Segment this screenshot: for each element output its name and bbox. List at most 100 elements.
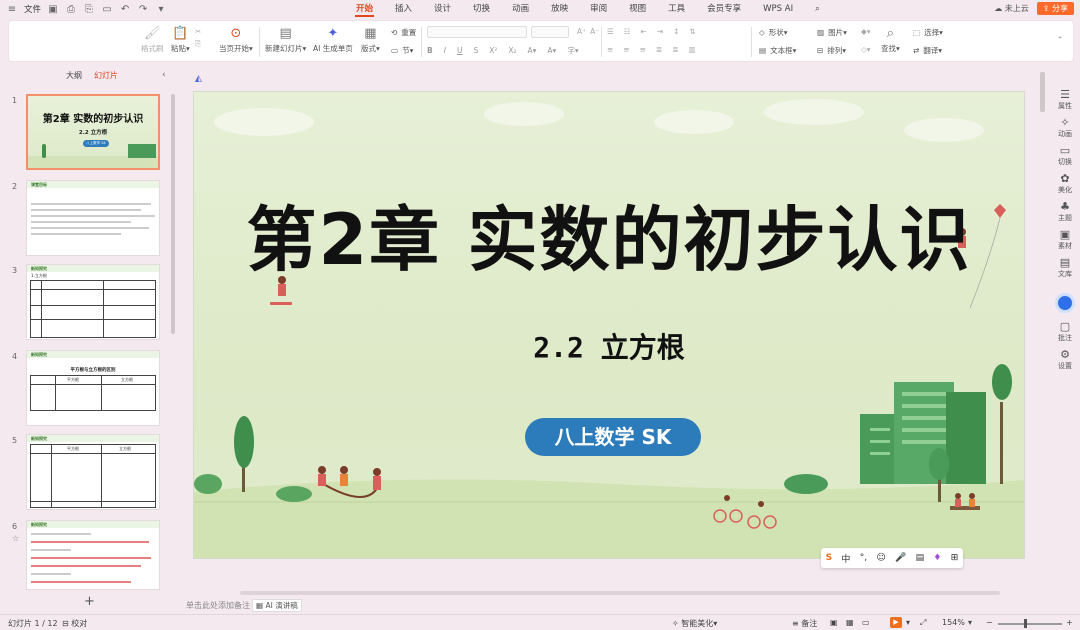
notes-toggle[interactable]: ≡ 备注 xyxy=(792,618,817,629)
section-button[interactable]: ▭ 节▾ xyxy=(391,45,413,56)
ai-speech-button[interactable]: ▦ AI 演讲稿 xyxy=(252,599,302,612)
italic-icon[interactable]: I xyxy=(444,46,446,55)
slide-thumbnail-3[interactable]: 新知探究 1.立方根 xyxy=(26,264,160,340)
translate-button[interactable]: ⇄ 翻译▾ xyxy=(913,45,942,56)
shape-button[interactable]: ◇ 形状▾ xyxy=(759,27,788,38)
search-icon[interactable]: ⌕ xyxy=(804,0,831,18)
copy-icon[interactable]: ⎘ xyxy=(195,39,201,49)
justify-icon[interactable]: ≣ xyxy=(656,45,662,54)
tab-slideshow[interactable]: 放映 xyxy=(540,0,579,18)
find-button[interactable]: ⌕ 查找▾ xyxy=(881,25,900,54)
align-center-icon[interactable]: ≡ xyxy=(623,45,629,54)
slideshow-play-button[interactable]: ▶ xyxy=(890,617,902,628)
from-current-button[interactable]: ⊙ 当页开始▾ xyxy=(219,25,253,54)
select-button[interactable]: ⬚ 选择▾ xyxy=(913,27,943,38)
export-icon[interactable]: ⎙ xyxy=(65,4,77,15)
transition-button[interactable]: ▭ 切换 xyxy=(1050,144,1080,167)
theme-button[interactable]: ♣ 主题 xyxy=(1050,200,1080,223)
new-slide-button[interactable]: ▤ 新建幻灯片▾ xyxy=(265,25,306,54)
star-icon[interactable]: ☆ xyxy=(12,534,19,543)
text-direction-icon[interactable]: ⇅ xyxy=(689,27,695,36)
add-slide-icon[interactable]: + xyxy=(84,594,95,609)
slide-subtitle[interactable]: 2.2 立方根 xyxy=(194,326,1024,366)
panel-scrollbar[interactable] xyxy=(171,94,175,334)
library-button[interactable]: ▤ 文库 xyxy=(1050,256,1080,279)
reading-view-icon[interactable]: ▭ xyxy=(862,618,870,627)
number-list-icon[interactable]: ☷ xyxy=(624,27,631,36)
layout-button[interactable]: ▦ 版式▾ xyxy=(361,25,380,54)
ai-generate-button[interactable]: ✦ AI 生成单页 xyxy=(313,25,353,54)
textbox-button[interactable]: ▤ 文本框▾ xyxy=(759,45,796,56)
ai-assistant-icon[interactable] xyxy=(1055,293,1075,313)
subscript-icon[interactable]: X₂ xyxy=(508,46,516,55)
materials-button[interactable]: ▣ 素材 xyxy=(1050,228,1080,251)
zoom-dropdown-icon[interactable]: ▾ xyxy=(968,618,972,627)
redo-icon[interactable]: ↷ xyxy=(137,4,149,15)
print-icon[interactable]: ⎘ xyxy=(83,4,95,15)
bullet-list-icon[interactable]: ☰ xyxy=(607,27,614,36)
undo-icon[interactable]: ↶ xyxy=(119,4,131,15)
fit-window-icon[interactable]: ⤢ xyxy=(920,618,926,628)
align-right-icon[interactable]: ≡ xyxy=(640,45,646,54)
zoom-slider-handle[interactable] xyxy=(1024,619,1027,628)
toolbox-icon[interactable]: ⊞ xyxy=(951,553,959,563)
file-menu[interactable]: 文件 xyxy=(24,3,41,15)
ai-assist-icon[interactable]: ◭ xyxy=(195,74,207,86)
fill-icon[interactable]: ◆▾ xyxy=(861,27,871,36)
bold-icon[interactable]: B xyxy=(427,46,433,55)
shrink-font-icon[interactable]: A⁻ xyxy=(590,27,599,36)
notes-placeholder[interactable]: 单击此处添加备注 xyxy=(186,600,250,611)
punctuation-icon[interactable]: °, xyxy=(860,553,867,563)
format-painter-button[interactable]: 🖌 格式刷 xyxy=(141,25,164,54)
beautify-button[interactable]: ✿ 美化 xyxy=(1050,172,1080,195)
current-slide[interactable]: 第2章 实数的初步认识 2.2 立方根 八上数学 SK xyxy=(193,91,1025,559)
preview-icon[interactable]: ▭ xyxy=(101,4,113,15)
tab-view[interactable]: 视图 xyxy=(618,0,657,18)
sorter-view-icon[interactable]: ▦ xyxy=(846,618,854,627)
normal-view-icon[interactable]: ▣ xyxy=(830,618,838,627)
indent-increase-icon[interactable]: ⇥ xyxy=(657,27,663,36)
picture-button[interactable]: ▨ 图片▾ xyxy=(817,27,847,38)
line-spacing-icon[interactable]: ↕ xyxy=(673,27,679,36)
tab-insert[interactable]: 插入 xyxy=(384,0,423,18)
zoom-level[interactable]: 154% xyxy=(942,618,965,627)
dropdown-icon[interactable]: ▾ xyxy=(155,4,167,15)
horizontal-scrollbar[interactable] xyxy=(240,591,1000,595)
microphone-icon[interactable]: 🎤 xyxy=(895,553,906,563)
tab-design[interactable]: 设计 xyxy=(423,0,462,18)
collapse-ribbon-icon[interactable]: ⌃ xyxy=(1057,35,1063,44)
properties-button[interactable]: ☰ 属性 xyxy=(1050,88,1080,111)
superscript-icon[interactable]: X² xyxy=(489,46,497,55)
emoji-icon[interactable]: ☺ xyxy=(876,553,885,563)
comment-button[interactable]: ▢ 批注 xyxy=(1050,320,1080,343)
tab-wps-ai[interactable]: WPS AI xyxy=(752,0,804,18)
tab-member[interactable]: 会员专享 xyxy=(696,0,752,18)
cloud-status[interactable]: ☁ 未上云 xyxy=(994,3,1029,14)
char-spacing-icon[interactable]: 字▾ xyxy=(567,45,578,56)
grow-font-icon[interactable]: A⁺ xyxy=(577,27,586,36)
font-family-select[interactable] xyxy=(427,26,527,38)
underline-icon[interactable]: U xyxy=(457,46,463,55)
slide-thumbnail-5[interactable]: 新知探究 平方根 立方根 xyxy=(26,434,160,510)
zoom-slider[interactable] xyxy=(998,623,1062,625)
vertical-scrollbar[interactable] xyxy=(1040,72,1045,112)
outline-icon[interactable]: ◇▾ xyxy=(861,45,871,54)
zoom-out-icon[interactable]: − xyxy=(986,618,993,627)
distribute-icon[interactable]: ≣ xyxy=(672,45,678,54)
cut-icon[interactable]: ✂ xyxy=(195,27,201,36)
tab-slides[interactable]: 幻灯片 xyxy=(94,70,118,81)
tab-transition[interactable]: 切换 xyxy=(462,0,501,18)
keyboard-icon[interactable]: ▤ xyxy=(916,553,925,563)
save-icon[interactable]: ▣ xyxy=(47,4,59,15)
collapse-panel-icon[interactable]: ‹ xyxy=(162,70,166,80)
ime-language-toggle[interactable]: 中 xyxy=(841,552,850,565)
tab-animation[interactable]: 动画 xyxy=(501,0,540,18)
slide-thumbnail-2[interactable]: 课堂目标 xyxy=(26,180,160,256)
slide-thumbnail-1[interactable]: 第2章 实数的初步认识 2.2 立方根 八上数学 SK xyxy=(26,94,160,170)
tab-review[interactable]: 审阅 xyxy=(579,0,618,18)
menu-icon[interactable]: ≡ xyxy=(6,4,18,15)
share-button[interactable]: ⇪ 分享 xyxy=(1036,2,1074,15)
slide-thumbnail-6[interactable]: 新知探究 xyxy=(26,520,160,590)
smart-beautify-button[interactable]: ✧ 智能美化▾ xyxy=(672,618,717,629)
arrange-button[interactable]: ⊟ 排列▾ xyxy=(817,45,846,56)
